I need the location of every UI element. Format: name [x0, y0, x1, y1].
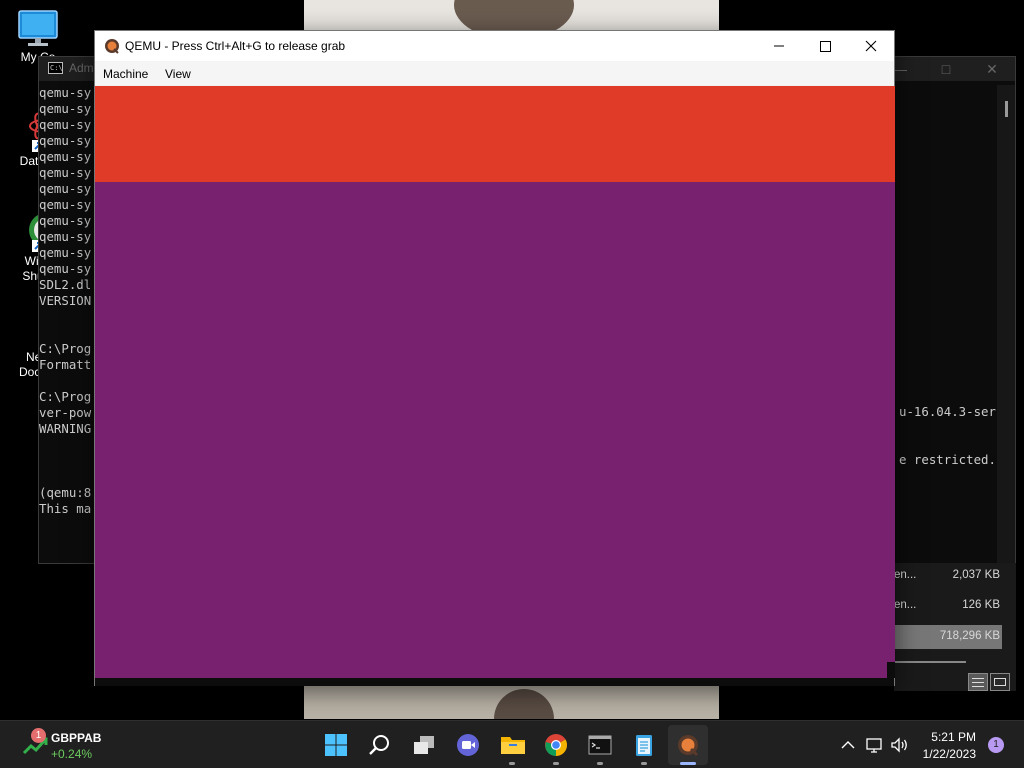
start-icon	[325, 734, 347, 756]
minimize-button[interactable]	[756, 31, 802, 61]
cmd-output-line: u-16.04.3-ser	[899, 404, 996, 419]
chevron-up-icon[interactable]	[838, 735, 858, 755]
cmd-icon: C:\	[48, 62, 63, 74]
window-title: QEMU - Press Ctrl+Alt+G to release grab	[125, 39, 346, 53]
stock-widget[interactable]: 1 GBPPAB +0.24%	[14, 721, 114, 768]
ticker-change: +0.24%	[51, 747, 93, 761]
volume-icon[interactable]	[890, 735, 910, 755]
notepad-button[interactable]	[624, 725, 664, 765]
file-row[interactable]: en... 126 KB	[894, 594, 1002, 618]
close-button[interactable]	[848, 31, 894, 61]
task-view-icon	[414, 736, 434, 754]
vm-display[interactable]	[95, 86, 895, 678]
cmd-title: Adm	[69, 61, 94, 75]
network-icon[interactable]	[864, 735, 884, 755]
meet-button[interactable]	[448, 725, 488, 765]
vm-display-top-band	[95, 86, 895, 182]
file-name: en...	[894, 569, 917, 581]
task-view-button[interactable]	[404, 725, 444, 765]
cmd-taskbar-button[interactable]	[580, 725, 620, 765]
notepad-icon	[636, 735, 652, 756]
file-name: en...	[894, 599, 917, 611]
qemu-titlebar[interactable]: QEMU - Press Ctrl+Alt+G to release grab	[95, 31, 894, 61]
scrollbar-thumb[interactable]	[1005, 101, 1008, 117]
start-button[interactable]	[316, 725, 356, 765]
maximize-button[interactable]: □	[923, 57, 969, 81]
progress-bar	[894, 661, 966, 663]
ticker-name: GBPPAB	[51, 731, 102, 745]
qemu-icon	[105, 39, 119, 54]
notification-badge[interactable]: 1	[988, 737, 1004, 753]
widget-badge: 1	[31, 728, 46, 743]
file-row-selected[interactable]: 718,296 KB	[894, 625, 1002, 649]
folder-icon	[501, 737, 525, 754]
file-size: 2,037 KB	[952, 569, 1000, 581]
minimize-icon	[774, 45, 784, 47]
clock-time[interactable]: 5:21 PM	[910, 730, 976, 744]
file-size: 718,296 KB	[939, 630, 1000, 642]
scrollbar[interactable]	[997, 85, 1015, 563]
menu-machine[interactable]: Machine	[103, 67, 148, 81]
chrome-icon	[545, 734, 567, 756]
details-view-button[interactable]	[968, 673, 988, 691]
maximize-button[interactable]	[802, 31, 848, 61]
cmd-icon	[588, 735, 612, 755]
file-list-panel: en... 2,037 KB en... 126 KB 718,296 KB	[894, 563, 1016, 691]
qemu-window[interactable]: QEMU - Press Ctrl+Alt+G to release grab …	[94, 30, 895, 686]
cmd-output-line: e restricted.	[899, 452, 996, 467]
file-explorer-button[interactable]	[492, 725, 532, 765]
file-row[interactable]: en... 2,037 KB	[894, 564, 1002, 588]
close-button[interactable]: ✕	[969, 57, 1015, 81]
qemu-taskbar-button[interactable]	[668, 725, 708, 765]
close-icon	[865, 40, 877, 52]
search-button[interactable]	[360, 725, 400, 765]
meet-icon	[457, 734, 479, 756]
file-size: 126 KB	[962, 599, 1000, 611]
maximize-icon	[820, 41, 831, 52]
menu-bar: Machine View	[95, 61, 894, 85]
tiles-view-button[interactable]	[990, 673, 1010, 691]
chrome-button[interactable]	[536, 725, 576, 765]
menu-view[interactable]: View	[165, 67, 191, 81]
monitor-icon	[18, 10, 58, 46]
clock-date[interactable]: 1/22/2023	[910, 747, 976, 761]
qemu-icon	[678, 735, 699, 757]
taskbar: 1 GBPPAB +0.24% 5:21 PM 1/22/2023 1	[0, 720, 1024, 768]
search-icon	[369, 735, 389, 755]
